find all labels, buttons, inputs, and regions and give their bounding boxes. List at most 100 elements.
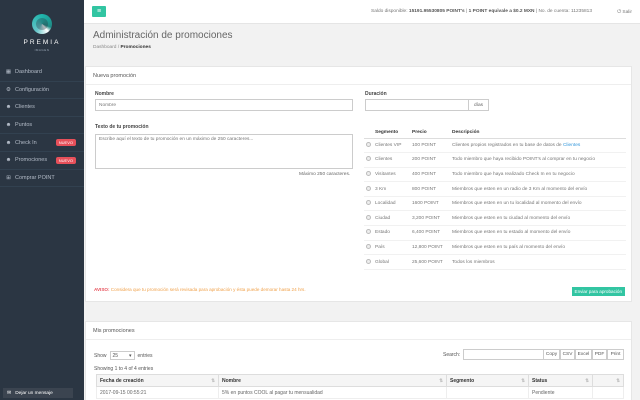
segments-table: Segmento Precio Descripción Clientes VIP…	[364, 127, 626, 270]
breadcrumb-home[interactable]: Dashboard	[93, 45, 116, 50]
sidebar: PREMIA IMAGEN ▦ Dashboard ⚙ Configuració…	[0, 0, 84, 400]
column-header[interactable]: ⇅	[592, 374, 624, 387]
segment-radio[interactable]	[366, 156, 371, 162]
column-header[interactable]: Nombre ⇅	[218, 374, 447, 387]
brand-tagline: IMAGEN	[34, 48, 50, 52]
segment-radio[interactable]	[366, 185, 371, 191]
saldo-value: 15191.95530805 POINT's	[408, 9, 465, 14]
power-icon: ⏻	[617, 10, 622, 15]
column-header[interactable]: Segmento ⇅	[446, 374, 529, 387]
sidebar-item-configuracion[interactable]: ⚙ Configuración	[0, 82, 84, 100]
sort-icon: ⇅	[616, 378, 620, 383]
panel-title: Mis promociones	[86, 322, 631, 340]
brand-logo[interactable]: PREMIA IMAGEN	[0, 0, 84, 60]
breadcrumb-current: Promociones	[120, 45, 151, 50]
segment-header: Segmento	[373, 127, 410, 139]
segment-row[interactable]: Clientes VIP 100 POINT Clientes propios …	[364, 138, 626, 154]
users-icon: ☻	[5, 104, 12, 111]
nombre-label: Nombre	[95, 91, 114, 97]
new-badge: NUEVO	[55, 156, 76, 164]
sidebar-nav: ▦ Dashboard ⚙ Configuración ☻ Clientes ☻…	[0, 64, 84, 188]
sidebar-item-label: Clientes	[15, 104, 35, 111]
sidebar-item-label: Puntos	[15, 122, 33, 129]
sidebar-item-clientes[interactable]: ☻ Clientes	[0, 99, 84, 117]
pdf-button[interactable]: PDF	[592, 349, 607, 360]
duracion-input[interactable]	[365, 99, 469, 111]
segment-radio[interactable]	[366, 229, 371, 235]
page-length-control: Show 25 ▾ entries	[94, 351, 153, 360]
sort-icon: ⇅	[585, 378, 589, 383]
segment-row[interactable]: Localidad 1600 POINT Miembros que esten …	[364, 196, 626, 212]
topbar: ≡ Saldo disponible: 15191.95530805 POINT…	[84, 0, 640, 24]
duracion-label: Duración	[365, 91, 387, 97]
account-number: No. de cuenta: 11235813	[538, 9, 592, 14]
description-header: Descripción	[450, 127, 626, 139]
exchange-rate: 1 POINT equivale a $0.2 MXN	[468, 9, 535, 14]
cart-icon: ⊞	[6, 174, 11, 181]
panel-title: Nueva promoción	[86, 67, 631, 85]
segment-radio[interactable]	[366, 200, 371, 206]
page-length-select[interactable]: 25 ▾	[109, 351, 135, 360]
submit-for-approval-button[interactable]: Enviar para aprobación	[571, 287, 625, 296]
leave-message-label: Dejar un mensaje	[15, 390, 53, 396]
new-promotion-panel: Nueva promoción Nombre Duración días Tex…	[85, 66, 632, 302]
print-button[interactable]: Print	[607, 349, 624, 360]
breadcrumb: Dashboard / Promociones	[93, 45, 151, 50]
sidebar-item-label: Dashboard	[15, 69, 42, 76]
segment-row[interactable]: Ciudad 3,200 POINT Miembros que esten en…	[364, 210, 626, 227]
users-icon: ☻	[5, 122, 12, 129]
csv-button[interactable]: CSV	[560, 349, 575, 360]
sidebar-item-label: Comprar POINT	[15, 174, 55, 181]
segment-radio[interactable]	[366, 214, 371, 220]
segment-row[interactable]: Visitantes 400 POINT Todo miembro que ha…	[364, 167, 626, 183]
segment-row[interactable]: Global 25,600 POINT Todos los miembros	[364, 254, 626, 270]
excel-button[interactable]: Excel	[575, 349, 592, 360]
sidebar-item-checkin[interactable]: ☻ Check In NUEVO	[0, 134, 84, 152]
brand-name: PREMIA	[23, 39, 61, 46]
maxlen-note: Máximo 250 caracteres.	[299, 172, 351, 177]
nombre-input[interactable]	[95, 99, 353, 111]
sidebar-item-label: Check In	[15, 139, 37, 146]
dashboard-icon: ▦	[5, 69, 12, 76]
users-icon: ☻	[5, 139, 12, 146]
sidebar-item-comprar-point[interactable]: ⊞ Comprar POINT	[0, 170, 84, 188]
promotions-table: Fecha de creación ⇅ Nombre ⇅ Segmento ⇅ Sta…	[96, 374, 624, 399]
approval-notice: AVISO: Considera que tu promoción será r…	[94, 287, 306, 292]
texto-label: Texto de tu promoción	[95, 124, 149, 130]
price-header: Precio	[410, 127, 450, 139]
segment-row[interactable]: 3 Km 800 POINT Miembros que esten en un …	[364, 181, 626, 197]
sidebar-item-label: Configuración	[15, 86, 49, 93]
logout-link[interactable]: ⏻ Salir	[617, 9, 632, 15]
segment-row[interactable]: País 12,800 POINT Miembros que esten en …	[364, 240, 626, 256]
segment-radio[interactable]	[366, 141, 371, 147]
leave-message-button[interactable]: ✉ Dejar un mensaje	[3, 388, 73, 398]
gear-icon: ⚙	[6, 86, 11, 93]
sidebar-item-promociones[interactable]: ☻ Promociones NUEVO	[0, 152, 84, 170]
texto-textarea[interactable]	[95, 134, 353, 169]
clientes-link[interactable]: Clientes	[563, 143, 580, 148]
column-header[interactable]: Status ⇅	[528, 374, 593, 387]
segment-row[interactable]: Clientes 200 POINT Todo miembro que haya…	[364, 152, 626, 168]
copy-button[interactable]: Copy	[543, 349, 560, 360]
column-header[interactable]: Fecha de creación ⇅	[96, 374, 219, 387]
message-icon: ✉	[7, 390, 12, 396]
table-row[interactable]: 2017-09-15 00:55:21 5% en puntos COOL al…	[96, 386, 624, 399]
segment-radio[interactable]	[366, 170, 371, 176]
sidebar-item-label: Promociones	[15, 157, 48, 164]
saldo-label: Saldo disponible:	[371, 9, 408, 14]
chevron-down-icon: ▾	[129, 352, 132, 359]
sidebar-item-puntos[interactable]: ☻ Puntos	[0, 117, 84, 135]
users-icon: ☻	[5, 157, 12, 164]
sort-icon: ⇅	[521, 378, 525, 383]
table-info: Showing 1 to 4 of 4 entries	[94, 366, 154, 372]
new-badge: NUEVO	[55, 139, 76, 147]
sidebar-item-dashboard[interactable]: ▦ Dashboard	[0, 64, 84, 82]
hamburger-icon: ≡	[96, 8, 102, 15]
segment-row[interactable]: Estado 6,400 POINT Miembros que esten en…	[364, 225, 626, 241]
my-promotions-panel: Mis promociones Show 25 ▾ entries Search…	[85, 321, 632, 400]
sort-asc-icon: ⇅	[211, 378, 215, 383]
menu-toggle-button[interactable]: ≡	[92, 6, 106, 17]
segment-radio[interactable]	[366, 243, 371, 249]
segment-radio[interactable]	[366, 258, 371, 264]
sort-icon: ⇅	[439, 378, 443, 383]
